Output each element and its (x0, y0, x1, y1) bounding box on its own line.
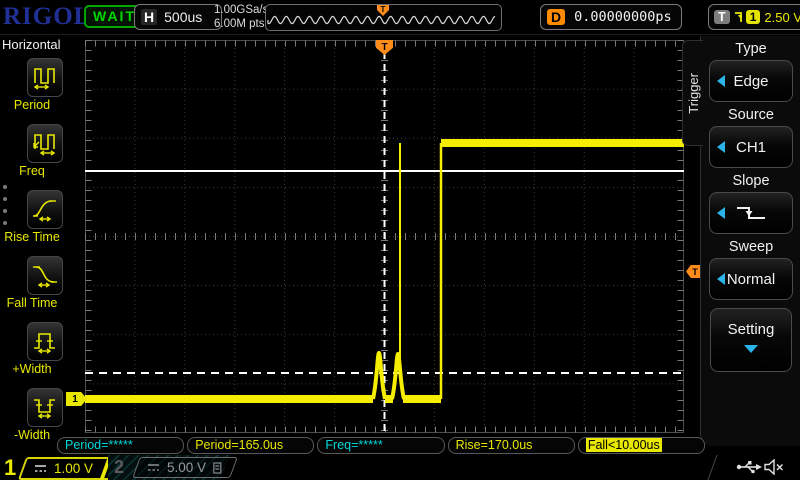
status-divider (707, 455, 718, 480)
trigger-label: T (714, 10, 730, 24)
fall-time-button[interactable] (27, 256, 63, 295)
scroll-dot (3, 209, 7, 213)
memory-depth-value: 6.00M pts (214, 18, 265, 30)
sidebar-item-minus-width: -Width (0, 388, 64, 450)
source-value: CH1 (735, 138, 766, 156)
measure-sidebar-title: Horizontal (2, 37, 61, 52)
chevron-left-icon (717, 207, 725, 219)
trigger-tab-label: Trigger (685, 72, 701, 114)
ch1-scale-value: 1.00 V (54, 461, 94, 476)
slope-button[interactable] (709, 192, 793, 234)
sweep-value: Normal (726, 270, 776, 288)
period-button[interactable] (27, 58, 63, 97)
softkey-menu-panel: Type Edge Source CH1 Slope Sweep Normal … (700, 36, 800, 446)
menu-item-sweep: Sweep Normal (701, 238, 800, 304)
ch2-number: 2 (114, 457, 125, 477)
speaker-muted-icon (764, 459, 783, 475)
dc-coupling-icon (148, 464, 159, 471)
sidebar-item-rise-time: Rise Time (0, 190, 64, 252)
type-value: Edge (733, 72, 769, 90)
bandwidth-limit-icon (213, 461, 222, 474)
menu-item-slope: Slope (701, 172, 800, 238)
plus-width-icon (34, 333, 55, 354)
delay-value: 0.00000000ps (574, 9, 672, 25)
rigol-logo: RIGOL (3, 3, 92, 30)
scroll-dot (3, 197, 7, 201)
sidebar-item-plus-width: +Width (0, 322, 64, 384)
horizontal-scale-value: 500us (164, 9, 203, 25)
minus-width-label: -Width (13, 428, 51, 442)
type-button[interactable]: Edge (709, 60, 793, 102)
menu-item-source: Source CH1 (701, 106, 800, 172)
sweep-button[interactable]: Normal (709, 258, 793, 300)
usb-icon (736, 461, 762, 474)
source-button[interactable]: CH1 (709, 126, 793, 168)
period-label: Period (13, 98, 51, 112)
rise-time-label: Rise Time (4, 230, 60, 244)
measurement-rise-ch1[interactable]: Rise=170.0us (447, 437, 575, 454)
measurement-bar: Period=***** Period=165.0us Freq=***** R… (57, 437, 706, 454)
measure-sidebar: Horizontal Period Freq Rise Time Fall Ti… (0, 34, 64, 480)
freq-icon (33, 134, 56, 156)
graticule-display (81, 40, 684, 433)
sweep-header: Sweep (728, 239, 774, 255)
setting-button[interactable]: Setting (710, 308, 792, 372)
delay-label: D (547, 9, 566, 25)
plus-width-button[interactable] (27, 322, 63, 361)
minus-width-button[interactable] (27, 388, 63, 427)
chevron-down-icon (744, 345, 758, 353)
ch2-scale-value: 5.00 V (167, 460, 207, 475)
scope-trace (81, 40, 684, 433)
horizontal-scale-readout: H 500us (134, 4, 222, 30)
freq-label: Freq (19, 164, 45, 178)
sidebar-item-fall-time: Fall Time (0, 256, 64, 318)
chevron-left-icon (717, 141, 725, 153)
channel-status-bar: 1 1.00 V 2 5.00 V (0, 455, 800, 480)
plus-width-label: +Width (12, 362, 52, 376)
ch1-ground-marker[interactable]: 1 (66, 392, 87, 406)
chevron-left-icon (717, 75, 725, 87)
fall-time-label: Fall Time (6, 296, 58, 310)
ch1-number: 1 (4, 455, 17, 480)
period-icon (33, 68, 55, 90)
freq-button[interactable] (27, 124, 63, 163)
type-header: Type (735, 41, 767, 57)
trigger-source-badge: 1 (745, 10, 761, 24)
scroll-dot (3, 185, 7, 189)
waveform-preview-trace: T (267, 5, 496, 25)
rise-time-button[interactable] (27, 190, 63, 229)
trigger-menu-tab: Trigger (682, 40, 703, 146)
sample-rate-value: 1.00GSa/s (214, 4, 269, 16)
rise-time-icon (33, 200, 56, 222)
falling-edge-icon (737, 206, 765, 219)
setting-label: Setting (727, 321, 775, 338)
chevron-left-icon (717, 273, 725, 285)
trigger-readout: T 1 2.50 V (708, 4, 800, 30)
fall-time-icon (33, 266, 57, 288)
measurement-fall-ch1[interactable]: Fall<10.00us (577, 437, 706, 454)
waveform-preview: T (265, 4, 502, 31)
top-status-bar: RIGOL WAIT H 500us 1.00GSa/s 6.00M pts T… (0, 0, 800, 35)
measurement-period-ch2[interactable]: Period=***** (57, 437, 185, 454)
slope-header: Slope (732, 173, 770, 189)
falling-edge-icon (734, 11, 742, 22)
dc-coupling-icon (35, 465, 46, 472)
delay-readout: D 0.00000000ps (540, 4, 682, 30)
minus-width-icon (34, 399, 55, 419)
measurement-period-ch1[interactable]: Period=165.0us (187, 437, 315, 454)
menu-item-type: Type Edge (701, 40, 800, 106)
sidebar-item-period: Period (0, 58, 64, 120)
trigger-level-value: 2.50 V (764, 9, 800, 25)
sidebar-item-freq: Freq (0, 124, 64, 186)
horizontal-label: H (141, 9, 158, 25)
measurement-freq-ch2[interactable]: Freq=***** (317, 437, 445, 454)
ch2-status-box[interactable]: 5.00 V (132, 457, 238, 478)
source-header: Source (728, 107, 774, 123)
svg-text:T: T (381, 5, 386, 14)
sample-rate-readout: 1.00GSa/s 6.00M pts (214, 3, 268, 31)
scroll-dot (3, 221, 7, 225)
